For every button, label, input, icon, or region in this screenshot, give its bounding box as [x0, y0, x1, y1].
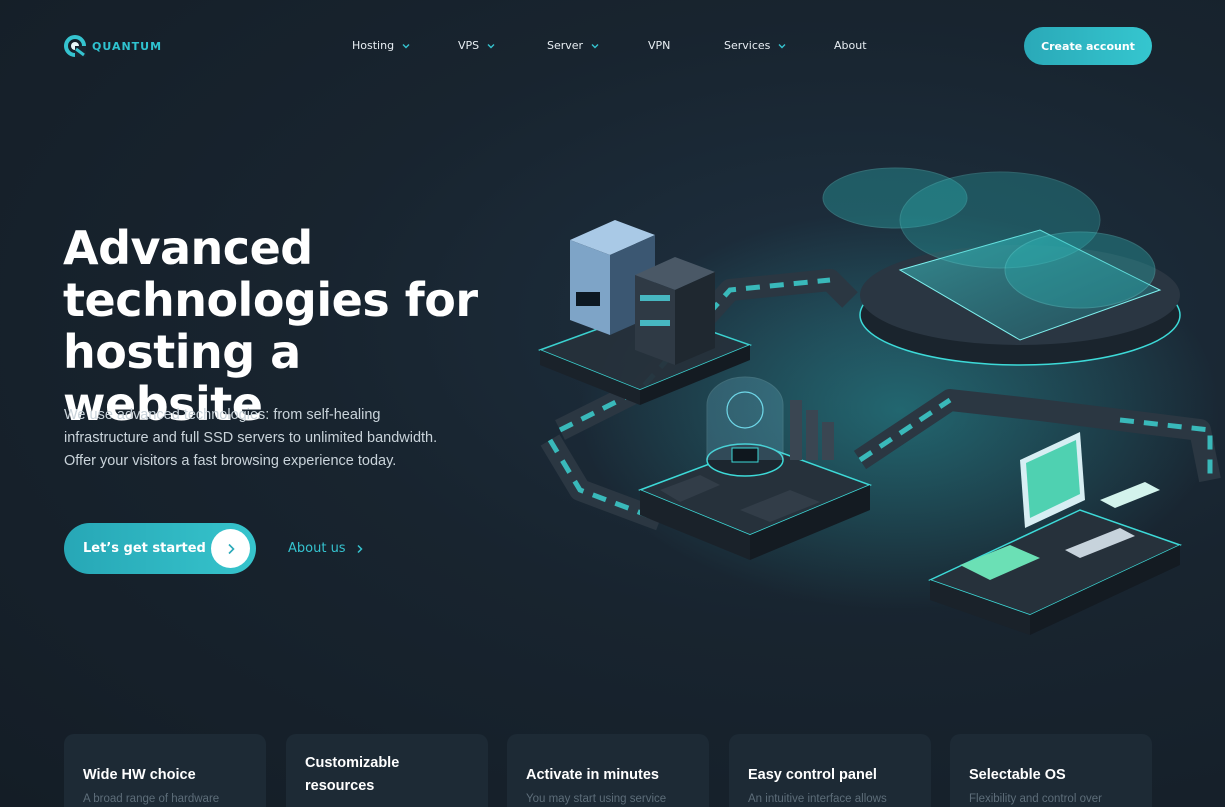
chevron-down-icon	[591, 43, 599, 48]
nav-item-label: Services	[724, 39, 771, 52]
chevron-down-icon	[778, 43, 786, 48]
brand-logo[interactable]: QUANTUM	[64, 35, 162, 57]
chevron-down-icon	[487, 43, 495, 48]
brand-name: QUANTUM	[92, 39, 163, 53]
hero-subtitle-line: We use advanced technologies: from self-…	[64, 407, 381, 423]
nav-item-vpn[interactable]: VPN	[648, 39, 670, 52]
quantum-logo-icon	[64, 35, 86, 57]
feature-title: Activate in minutes	[526, 767, 659, 783]
feature-title: Wide HW choice	[83, 767, 196, 783]
feature-card[interactable]: Activate in minutes You may start using …	[507, 734, 709, 807]
nav-item-label: VPN	[648, 39, 671, 52]
hero-subtitle: We use advanced technologies: from self-…	[64, 404, 484, 473]
feature-description: You may start using service	[526, 793, 667, 805]
nav-item-about[interactable]: About	[834, 39, 867, 52]
get-started-button[interactable]: Let’s get started	[64, 523, 256, 574]
feature-card[interactable]: Customizable resources	[286, 734, 488, 807]
chevron-right-icon	[357, 544, 363, 553]
feature-description: An intuitive interface allows	[748, 793, 887, 805]
chevron-right-icon	[227, 543, 235, 554]
nav-item-label: Hosting	[352, 39, 395, 52]
feature-card[interactable]: Easy control panel An intuitive interfac…	[729, 734, 931, 807]
about-us-link[interactable]: About us	[288, 541, 364, 556]
feature-card[interactable]: Selectable OS Flexibility and control ov…	[950, 734, 1152, 807]
feature-title: Easy control panel	[748, 767, 877, 783]
hero-title-line: Advanced	[63, 221, 313, 275]
nav-item-hosting[interactable]: Hosting	[352, 39, 410, 52]
hero-title: Advanced technologies for hosting a webs…	[63, 222, 503, 430]
nav-item-server[interactable]: Server	[547, 39, 599, 52]
nav-item-label: About	[834, 39, 867, 52]
top-navigation: QUANTUM Hosting VPS Server VPN Services …	[0, 0, 1225, 92]
feature-description: Flexibility and control over	[969, 793, 1102, 805]
hero-subtitle-line: Offer your visitors a fast browsing expe…	[64, 453, 397, 469]
hosting-illustration	[537, 167, 1221, 635]
nav-item-services[interactable]: Services	[724, 39, 786, 52]
feature-title: Selectable OS	[969, 767, 1066, 783]
feature-title: Customizable resources	[305, 755, 400, 794]
chevron-down-icon	[402, 43, 410, 48]
nav-item-vps[interactable]: VPS	[458, 39, 495, 52]
hero-title-line: technologies for	[63, 273, 478, 327]
feature-description: A broad range of hardware	[83, 793, 220, 805]
nav-item-label: VPS	[458, 39, 480, 52]
about-us-label: About us	[288, 541, 346, 556]
get-started-label: Let’s get started	[83, 541, 206, 556]
create-account-button[interactable]: Create account	[1024, 27, 1152, 65]
hero-subtitle-line: infrastructure and full SSD servers to u…	[64, 430, 438, 446]
feature-card[interactable]: Wide HW choice A broad range of hardware	[64, 734, 266, 807]
arrow-circle	[211, 529, 250, 568]
nav-item-label: Server	[547, 39, 584, 52]
